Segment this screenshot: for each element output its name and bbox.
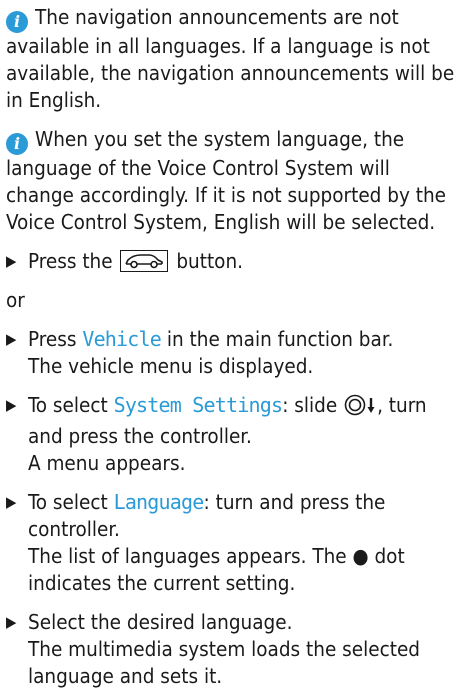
controller-slide-down-icon bbox=[343, 394, 377, 423]
manual-page: i The navigation announcements are not av… bbox=[0, 0, 468, 688]
step-result: A menu appears. bbox=[28, 451, 186, 475]
system-settings-keyword: System Settings bbox=[113, 393, 283, 417]
step-select-desired-language: ▶ Select the desired language. The multi… bbox=[6, 609, 462, 690]
info-note-navigation: i The navigation announcements are not av… bbox=[6, 4, 462, 114]
triangle-right-icon: ▶ bbox=[6, 613, 17, 631]
step-result: The list of languages appears. The ● dot… bbox=[28, 544, 405, 595]
step-press-vehicle-button: ▶ Press the button. bbox=[6, 248, 462, 275]
info-note-text: When you set the system language, the la… bbox=[6, 127, 446, 234]
triangle-right-icon: ▶ bbox=[6, 252, 17, 270]
triangle-right-icon: ▶ bbox=[6, 493, 17, 511]
step-text: To select bbox=[28, 490, 108, 514]
step-select-system-settings: ▶ To select System Settings: slide , tur… bbox=[6, 392, 462, 477]
or-separator: or bbox=[6, 288, 25, 312]
info-icon: i bbox=[6, 11, 28, 33]
step-text: Select the desired language. bbox=[28, 610, 293, 634]
step-text: in the main function bar. bbox=[166, 327, 394, 351]
vehicle-keyword: Vehicle bbox=[82, 327, 162, 351]
step-text: button. bbox=[176, 249, 243, 273]
step-text: : slide bbox=[282, 393, 338, 417]
triangle-right-icon: ▶ bbox=[6, 330, 17, 348]
step-result: The vehicle menu is displayed. bbox=[28, 354, 314, 378]
language-keyword: Language bbox=[113, 490, 205, 514]
triangle-right-icon: ▶ bbox=[6, 396, 17, 414]
info-note-text: The navigation announcements are not ava… bbox=[6, 5, 455, 112]
step-text: To select bbox=[28, 393, 108, 417]
step-select-language: ▶ To select Language: turn and press the… bbox=[6, 489, 462, 597]
step-press-vehicle: ▶ Press Vehicle in the main function bar… bbox=[6, 326, 462, 380]
step-text: Press bbox=[28, 327, 77, 351]
step-result: The multimedia system loads the selected… bbox=[28, 637, 421, 688]
info-note-voice-control: i When you set the system language, the l… bbox=[6, 126, 462, 236]
info-icon: i bbox=[6, 133, 28, 155]
car-icon bbox=[120, 250, 169, 272]
step-text: Press the bbox=[28, 249, 113, 273]
